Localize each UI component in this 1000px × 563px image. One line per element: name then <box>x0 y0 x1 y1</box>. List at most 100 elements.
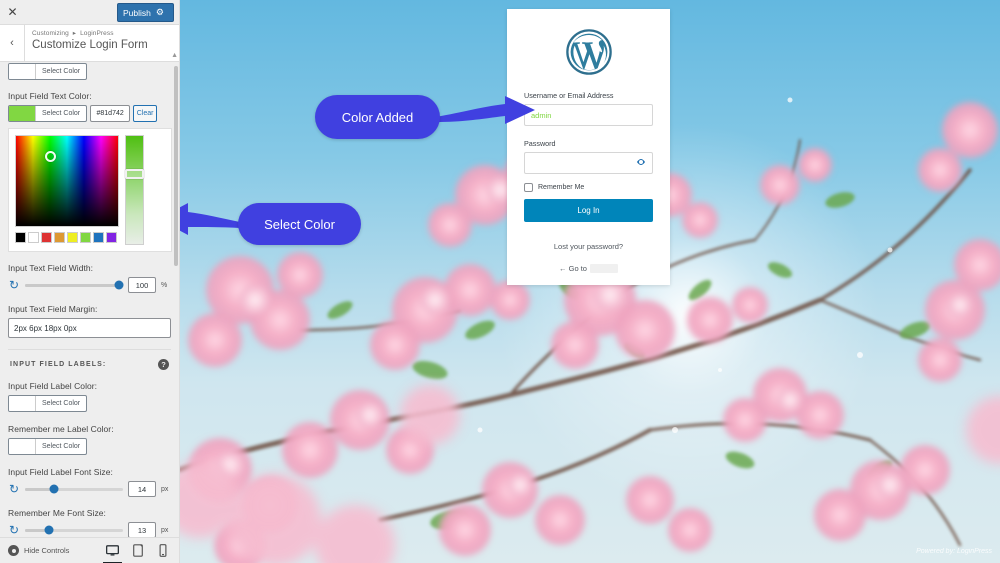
hue-slider-handle[interactable] <box>125 169 144 179</box>
login-submit-button[interactable]: Log In <box>524 199 653 222</box>
sidebar-scrollbar[interactable] <box>174 66 178 266</box>
picker-cursor[interactable] <box>44 151 56 163</box>
slider-knob[interactable] <box>49 484 59 494</box>
preset-swatch-blue[interactable] <box>93 232 104 243</box>
preset-swatch-row <box>15 232 119 243</box>
color-swatch-preview <box>9 64 36 80</box>
site-name-redacted <box>589 264 618 273</box>
mobile-icon[interactable] <box>155 542 170 560</box>
margin-text-input[interactable]: 2px 6px 18px 0px <box>8 318 171 338</box>
color-swatch-green <box>9 106 36 121</box>
control-remember-me-label-color: Remember me Label Color: Select Color <box>8 424 171 456</box>
password-field-group: Password <box>524 139 653 174</box>
preset-swatch-black[interactable] <box>15 232 26 243</box>
label-font-size-unit: px <box>161 485 169 493</box>
hide-controls-button[interactable]: Hide Controls <box>0 545 69 556</box>
reset-icon[interactable]: ↻ <box>8 524 20 536</box>
callout-color-added: Color Added <box>315 95 440 139</box>
breadcrumb: Customizing ▸ LoginPress <box>32 29 148 37</box>
scroll-up-arrow[interactable]: ▲ <box>171 52 178 59</box>
clear-color-button[interactable]: Clear <box>133 105 158 122</box>
preset-swatch-white[interactable] <box>28 232 39 243</box>
hex-value-input[interactable]: #81d742 <box>90 105 131 122</box>
remember-font-size-input[interactable]: 13 <box>128 522 156 537</box>
preset-swatch-red[interactable] <box>41 232 52 243</box>
eye-icon[interactable] <box>636 154 646 172</box>
width-slider-track[interactable] <box>25 280 124 290</box>
customizer-topbar: ✕ Publish ⚙ <box>0 0 179 25</box>
username-input[interactable]: admin <box>524 104 653 126</box>
control-input-field-text-color: Input Field Text Color: Select Color #81… <box>8 91 172 252</box>
wordpress-logo-icon <box>524 29 653 75</box>
hue-alpha-slider[interactable] <box>125 135 144 245</box>
publish-button[interactable]: Publish ⚙ <box>117 3 174 22</box>
label-font-size-slider-track[interactable] <box>25 484 123 494</box>
input-field-label-font-size-label: Input Field Label Font Size: <box>8 467 113 477</box>
username-label: Username or Email Address <box>524 91 614 100</box>
slider-fill <box>25 283 120 287</box>
customizer-footer: Hide Controls <box>0 537 179 563</box>
section-title: INPUT FIELD LABELS: <box>10 361 107 368</box>
select-color-label: Select Color <box>42 68 81 76</box>
customizer-header: ‹ Customizing ▸ LoginPress Customize Log… <box>0 25 179 62</box>
saturation-value-area[interactable] <box>15 135 119 227</box>
input-field-label-color-button[interactable]: Select Color <box>8 395 88 413</box>
username-field-group: Username or Email Address admin <box>524 91 653 126</box>
input-text-field-margin-label: Input Text Field Margin: <box>8 304 98 314</box>
desktop-icon[interactable] <box>103 542 122 563</box>
section-input-field-labels[interactable]: INPUT FIELD LABELS: ? <box>8 349 171 370</box>
hide-controls-label: Hide Controls <box>24 546 70 555</box>
remember-font-size-slider-track[interactable] <box>25 525 123 535</box>
back-button[interactable]: ‹ <box>0 25 25 61</box>
callout-select-color: Select Color <box>238 203 361 245</box>
customizer-controls: Select Color Input Field Text Color: Sel… <box>0 63 179 537</box>
reset-icon[interactable]: ↻ <box>8 483 20 495</box>
login-form-card: Username or Email Address admin Password <box>507 9 670 285</box>
preset-swatch-yellow[interactable] <box>67 232 78 243</box>
password-label: Password <box>524 139 556 148</box>
publish-label: Publish <box>123 7 151 18</box>
previous-select-color-button[interactable]: Select Color <box>8 63 88 81</box>
go-to-site-link[interactable]: ← Go to <box>524 264 653 273</box>
preset-swatch-green[interactable] <box>80 232 91 243</box>
breadcrumb-section[interactable]: LoginPress <box>80 30 114 37</box>
control-input-field-label-color: Input Field Label Color: Select Color <box>8 381 171 413</box>
slider-knob[interactable] <box>44 525 54 535</box>
collapse-icon <box>8 545 19 556</box>
select-color-label: Select Color <box>42 400 81 408</box>
preview-pane: Username or Email Address admin Password <box>180 0 1000 563</box>
width-unit: % <box>161 281 168 289</box>
input-field-text-color-button[interactable]: Select Color <box>8 105 88 122</box>
slider-knob[interactable] <box>114 280 124 290</box>
preset-swatch-orange[interactable] <box>54 232 65 243</box>
select-color-label: Select Color <box>42 110 81 117</box>
width-value-input[interactable]: 100 <box>128 277 156 293</box>
remember-me-label-color-button[interactable]: Select Color <box>8 438 88 456</box>
customizer-sidebar: ✕ Publish ⚙ ‹ Customizing ▸ LoginPress C… <box>0 0 180 563</box>
tablet-icon[interactable] <box>130 542 145 560</box>
input-field-text-color-label: Input Field Text Color: <box>8 91 92 101</box>
help-icon[interactable]: ? <box>158 359 169 370</box>
color-swatch-preview <box>9 439 36 455</box>
control-input-text-field-margin: Input Text Field Margin: 2px 6px 18px 0p… <box>8 304 171 338</box>
preset-swatch-purple[interactable] <box>106 232 117 243</box>
powered-by-watermark: Powered by: LoginPress <box>916 548 992 555</box>
remember-me-group[interactable]: Remember Me <box>524 183 653 192</box>
password-input[interactable] <box>524 152 653 174</box>
breadcrumb-root[interactable]: Customizing <box>32 30 69 37</box>
go-to-label: ← Go to <box>559 264 587 273</box>
label-font-size-input[interactable]: 14 <box>128 481 156 497</box>
reset-icon[interactable]: ↻ <box>8 279 20 291</box>
remember-me-label: Remember Me <box>538 184 585 191</box>
color-swatch-preview <box>9 396 36 412</box>
input-text-field-width-label: Input Text Field Width: <box>8 263 94 273</box>
select-color-label: Select Color <box>42 443 81 451</box>
close-icon[interactable]: ✕ <box>0 0 25 25</box>
control-remember-me-font-size: Remember Me Font Size: ↻ 13 px <box>8 508 171 537</box>
remember-me-checkbox[interactable] <box>524 183 533 192</box>
lost-password-link[interactable]: Lost your password? <box>524 242 653 251</box>
color-picker-panel <box>8 128 172 252</box>
customizer-screen: Username or Email Address admin Password <box>0 0 1000 563</box>
device-preview-switcher <box>103 542 179 563</box>
gear-icon[interactable]: ⚙ <box>156 8 164 17</box>
